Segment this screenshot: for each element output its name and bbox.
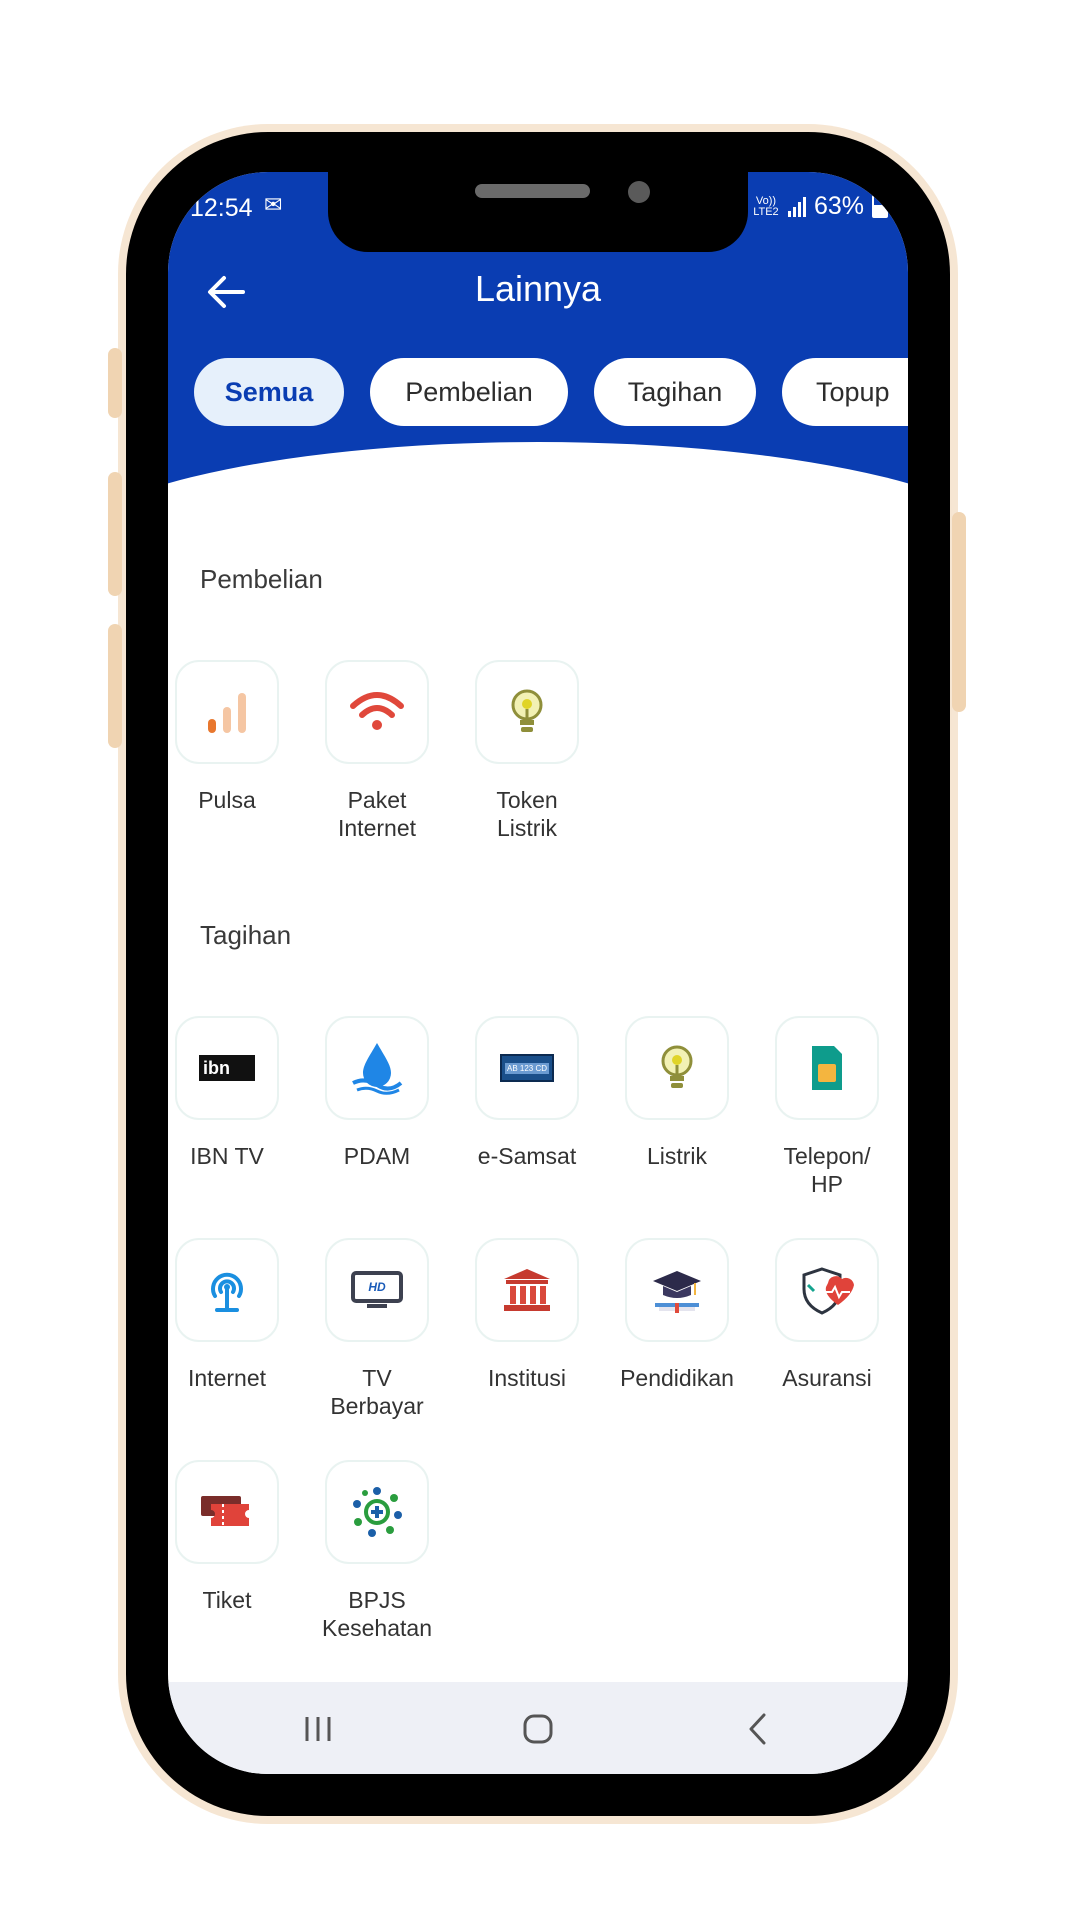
phone-power-button [952,512,966,712]
header-curve [168,442,908,562]
menu-item-ibn-tv[interactable]: ibn IBN TV [168,1016,302,1170]
icon-box [325,1460,429,1564]
recent-apps-button[interactable] [288,1704,348,1754]
menu-item-token-listrik[interactable]: Token Listrik [452,660,602,842]
home-icon [523,1714,553,1744]
front-camera [628,181,650,203]
home-button[interactable] [508,1704,568,1754]
signal-bars-icon [208,693,246,733]
menu-item-listrik[interactable]: Listrik [602,1016,752,1170]
item-label: Tiket [202,1587,252,1613]
section-title-pembelian: Pembelian [200,564,323,594]
system-back-button[interactable] [728,1704,788,1754]
menu-item-bpjs-kesehatan[interactable]: BPJS Kesehatan [302,1460,452,1642]
item-label: PDAM [343,1143,411,1169]
item-label: Pulsa [198,787,256,813]
category-tabs: Semua Pembelian Tagihan Topup [194,358,908,426]
menu-item-internet[interactable]: Internet [168,1238,302,1392]
phone-side-button [108,472,122,596]
icon-box: HD [325,1238,429,1342]
item-label: Paket Internet [338,787,416,841]
system-nav-bar [168,1682,908,1774]
wifi-icon [350,692,404,730]
icon-box [475,1238,579,1342]
water-drop-icon [352,1043,403,1095]
ibn-logo-icon: ibn [199,1055,255,1081]
item-label: Token Listrik [496,787,558,841]
ibn-logo-text: ibn [203,1057,230,1078]
hd-tv-icon: HD [351,1271,403,1309]
recent-apps-icon [305,1717,331,1741]
menu-item-pdam[interactable]: PDAM [302,1016,452,1170]
icon-box [625,1238,729,1342]
menu-item-tiket[interactable]: Tiket [168,1460,302,1614]
camera-notch [328,172,748,252]
status-right: Vo)) LTE2 63% [752,192,888,221]
item-label: Internet [188,1365,266,1391]
phone-screen: 12:54 ✉ Vo)) LTE2 63% Lainnya Semua Pemb… [168,172,908,1774]
phone-side-button [108,348,122,418]
section-title-tagihan: Tagihan [200,920,292,950]
icon-box [775,1238,879,1342]
ticket-icon [201,1496,249,1526]
license-plate-icon: AB 123 CD [500,1054,554,1082]
license-plate-text: AB 123 CD [504,1062,550,1074]
notification-icons: ✉ [264,192,286,218]
network-type-label: Vo)) LTE2 [753,194,779,218]
icon-box [475,660,579,764]
phone-side-button [108,624,122,748]
menu-item-e-samsat[interactable]: AB 123 CD e-Samsat [452,1016,602,1170]
sim-card-icon [812,1046,842,1090]
tab-pembelian[interactable]: Pembelian [370,358,568,426]
menu-item-institusi[interactable]: Institusi [452,1238,602,1392]
lightbulb-icon [511,689,543,732]
icon-box [775,1016,879,1120]
broadcast-icon [211,1272,243,1312]
battery-percent: 63% [813,192,864,220]
menu-item-asuransi[interactable]: Asuransi [752,1238,902,1392]
signal-icon [787,196,806,217]
hd-label: HD [368,1280,386,1294]
page-title: Lainnya [474,268,602,309]
battery-icon [872,195,888,218]
menu-item-telepon-hp[interactable]: Telepon/ HP [752,1016,902,1198]
graduation-cap-icon [653,1271,701,1313]
icon-box [325,660,429,764]
lightbulb-icon [661,1045,693,1088]
chevron-left-icon [749,1713,766,1745]
tab-tagihan[interactable]: Tagihan [594,358,756,426]
tab-topup[interactable]: Topup [782,358,908,426]
item-label: Listrik [646,1143,708,1169]
item-label: TV Berbayar [330,1365,424,1419]
item-label: Asuransi [782,1365,872,1391]
icon-box [175,660,279,764]
insurance-shield-icon [802,1267,854,1315]
item-label: Telepon/ HP [783,1143,871,1197]
icon-box [625,1016,729,1120]
item-label: e-Samsat [477,1143,577,1169]
status-time: 12:54 [190,194,253,222]
speaker-grille [475,184,590,198]
menu-item-tv-berbayar[interactable]: HD TV Berbayar [302,1238,452,1420]
institution-icon [504,1269,550,1311]
tab-semua[interactable]: Semua [194,358,344,426]
menu-item-pendidikan[interactable]: Pendidikan [602,1238,752,1392]
menu-item-pulsa[interactable]: Pulsa [168,660,302,814]
item-label: BPJS Kesehatan [322,1587,432,1641]
bpjs-logo-icon [353,1487,402,1537]
menu-item-paket-internet[interactable]: Paket Internet [302,660,452,842]
item-label: Institusi [488,1365,566,1391]
icon-box: ibn [175,1016,279,1120]
item-label: Pendidikan [620,1365,734,1391]
icon-box [325,1016,429,1120]
icon-box [175,1460,279,1564]
gmail-icon: ✉ [264,192,287,217]
item-label: IBN TV [190,1143,264,1169]
icon-box [175,1238,279,1342]
icon-box: AB 123 CD [475,1016,579,1120]
